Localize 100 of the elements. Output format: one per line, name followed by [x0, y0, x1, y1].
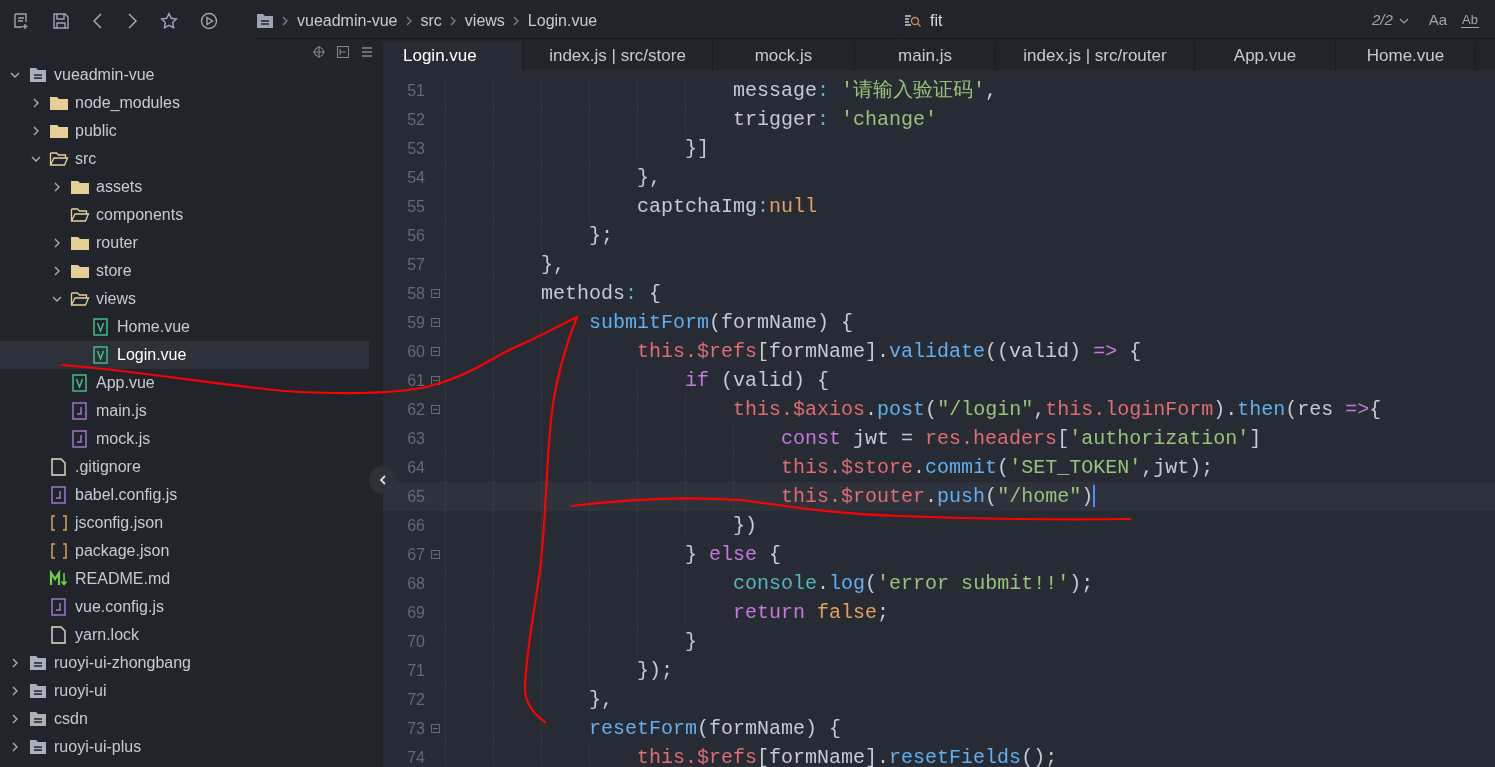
chevron-right-icon[interactable]	[31, 98, 41, 108]
line-number: 55	[406, 196, 425, 217]
fold-icon[interactable]	[430, 405, 440, 414]
code-line: submitForm(formName) {	[588, 309, 854, 336]
new-file-icon[interactable]	[12, 12, 30, 30]
open-folder-icon	[49, 150, 69, 168]
save-icon[interactable]	[52, 12, 70, 30]
script-file-icon	[70, 402, 90, 420]
tree-item[interactable]: App.vue	[0, 369, 369, 397]
fold-icon[interactable]	[430, 724, 440, 733]
chevron-right-icon[interactable]	[52, 266, 62, 276]
tree-item[interactable]: jsconfig.json	[0, 509, 369, 537]
tree-item[interactable]: main.js	[0, 397, 369, 425]
match-count: 2/2	[1371, 10, 1393, 31]
tree-item[interactable]: ruoyi-ui-zhongbang	[0, 649, 369, 677]
code-line: });	[636, 657, 674, 684]
tree-item[interactable]: src	[0, 145, 369, 173]
script-file-icon	[49, 486, 69, 504]
tree-item[interactable]: components	[0, 201, 369, 229]
chevron-right-icon	[449, 15, 457, 26]
fold-icon[interactable]	[430, 376, 440, 385]
tree-item[interactable]: README.md	[0, 565, 369, 593]
line-number: 51	[406, 80, 425, 101]
folder-icon	[49, 94, 69, 112]
code-line: const jwt = res.headers['authorization']	[780, 425, 1262, 452]
chevron-down-icon[interactable]	[52, 294, 62, 304]
editor-tab[interactable]: Login.vue	[383, 42, 523, 70]
line-number: 60	[406, 341, 425, 362]
chevron-right-icon[interactable]	[10, 658, 20, 668]
fold-icon[interactable]	[430, 289, 440, 298]
project-icon	[28, 682, 48, 700]
code-line: return false;	[732, 599, 890, 626]
line-number: 54	[406, 167, 425, 188]
tree-item[interactable]: assets	[0, 173, 369, 201]
fold-icon[interactable]	[430, 347, 440, 356]
chevron-right-icon[interactable]	[10, 714, 20, 724]
chevron-right-icon	[282, 15, 289, 26]
code-line: },	[540, 251, 566, 278]
chevron-down-icon[interactable]	[31, 154, 41, 164]
tree-item[interactable]: ruoyi-ui-plus	[0, 733, 369, 761]
tree-item[interactable]: ruoyi-ui	[0, 677, 369, 705]
code-line: this.$store.commit('SET_TOKEN',jwt);	[780, 454, 1214, 481]
back-icon[interactable]	[92, 12, 104, 30]
line-number: 61	[406, 370, 425, 391]
tree-item[interactable]: .gitignore	[0, 453, 369, 481]
breadcrumb-item[interactable]: views	[464, 8, 505, 33]
chevron-right-icon[interactable]	[52, 182, 62, 192]
tree-item[interactable]: router	[0, 229, 369, 257]
chevron-right-icon[interactable]	[52, 238, 62, 248]
line-number: 58	[406, 283, 425, 304]
line-number: 69	[406, 602, 425, 623]
code-line: },	[636, 164, 662, 191]
code-line: methods: {	[540, 280, 662, 307]
chevron-right-icon[interactable]	[10, 742, 20, 752]
fold-icon[interactable]	[430, 318, 440, 327]
forward-icon[interactable]	[126, 12, 138, 30]
code-line: }]	[684, 135, 710, 162]
chevron-down-icon[interactable]	[10, 70, 20, 80]
tree-item[interactable]: babel.config.js	[0, 481, 369, 509]
tree-item[interactable]: Login.vue	[0, 341, 369, 369]
match-case-toggle[interactable]: Aa	[1428, 9, 1448, 32]
chevron-right-icon[interactable]	[31, 126, 41, 136]
code-line: this.$refs[formName].validate((valid) => {	[636, 338, 1142, 365]
whole-word-toggle[interactable]: Ab	[1461, 13, 1479, 28]
code-line: })	[732, 512, 758, 539]
tree-item[interactable]: views	[0, 285, 369, 313]
breadcrumb-item[interactable]: src	[420, 8, 442, 33]
breadcrumb-item[interactable]: vueadmin-vue	[297, 8, 398, 33]
menu-icon[interactable]	[361, 45, 373, 58]
code-line: this.$axios.post("/login",this.loginForm).then(res =>{	[732, 396, 1382, 423]
run-icon[interactable]	[200, 12, 218, 30]
line-number: 62	[406, 399, 425, 420]
fold-icon[interactable]	[430, 550, 440, 559]
tree-item[interactable]: vueadmin-vue	[0, 61, 369, 89]
star-icon[interactable]	[160, 12, 178, 30]
tree-item[interactable]: Home.vue	[0, 313, 369, 341]
breadcrumb-item[interactable]: Login.vue	[527, 8, 598, 33]
tree-item[interactable]: csdn	[0, 705, 369, 733]
folder-icon	[70, 234, 90, 252]
collapse-all-icon[interactable]	[337, 45, 349, 58]
locate-icon[interactable]	[313, 45, 325, 58]
line-number: 66	[406, 515, 425, 536]
script-file-icon	[49, 598, 69, 616]
tree-item[interactable]: yarn.lock	[0, 621, 369, 649]
chevron-down-icon[interactable]	[1398, 16, 1409, 25]
line-number: 63	[406, 428, 425, 449]
tree-item[interactable]: store	[0, 257, 369, 285]
search-field[interactable]: fit	[930, 8, 1330, 33]
code-line: captchaImg:null	[636, 193, 818, 220]
chevron-right-icon[interactable]	[10, 686, 20, 696]
line-number: 52	[406, 109, 425, 130]
chevron-right-icon	[512, 15, 520, 26]
tree-item[interactable]: package.json	[0, 537, 369, 565]
project-icon	[28, 654, 48, 672]
brackets-icon	[49, 542, 69, 560]
tree-item[interactable]: mock.js	[0, 425, 369, 453]
tree-item[interactable]: public	[0, 117, 369, 145]
tree-item[interactable]: vue.config.js	[0, 593, 369, 621]
tree-item[interactable]: node_modules	[0, 89, 369, 117]
code-line: },	[588, 686, 614, 713]
